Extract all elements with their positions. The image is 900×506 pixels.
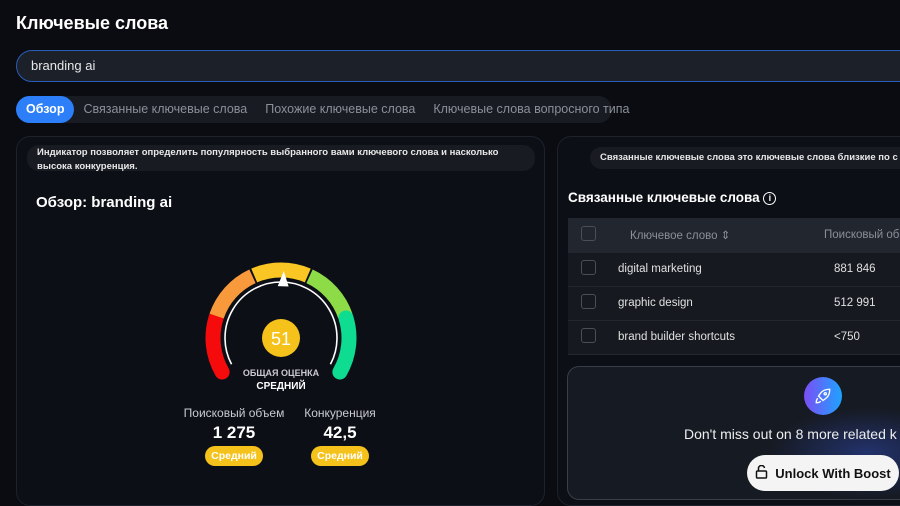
select-all-checkbox[interactable] — [581, 225, 596, 241]
score-level: СРЕДНИЙ — [256, 379, 305, 392]
tab-questions[interactable]: Ключевые слова вопросного типа — [424, 96, 638, 123]
unlock-label: Unlock With Boost — [775, 465, 891, 481]
related-hint: Связанные ключевые слова это ключевые сл… — [590, 147, 900, 169]
gauge-segment — [205, 310, 230, 380]
row-checkbox[interactable] — [581, 328, 596, 343]
table-row: brand builder shortcuts <750 — [568, 320, 900, 355]
tab-bar: Обзор Связанные ключевые слова Похожие к… — [16, 96, 629, 123]
lock-icon — [755, 464, 768, 482]
score-label: ОБЩАЯ ОЦЕНКА — [243, 368, 320, 378]
gauge-segment — [332, 310, 357, 380]
sort-icon[interactable]: ⇕ — [721, 230, 731, 242]
tab-related[interactable]: Связанные ключевые слова — [74, 96, 256, 123]
volume-label: Поисковый объем — [183, 406, 285, 420]
volume-cell: 512 991 — [824, 286, 900, 321]
score-value: 51 — [271, 329, 291, 349]
gauge-segment — [306, 269, 353, 319]
keyword-cell: graphic design — [618, 286, 824, 321]
score-gauge: 51 ОБЩАЯ ОЦЕНКА СРЕДНИЙ — [205, 262, 357, 392]
promo-text: Don't miss out on 8 more related k — [684, 426, 897, 442]
overview-hint: Индикатор позволяет определить популярно… — [27, 145, 535, 172]
rocket-icon — [804, 377, 842, 415]
competition-value: 42,5 — [323, 423, 357, 442]
table-row: graphic design 512 991 — [568, 286, 900, 321]
page-title: Ключевые слова — [16, 13, 169, 33]
related-title: Связанные ключевые слова i — [568, 190, 777, 205]
search-input[interactable]: branding ai — [16, 50, 900, 82]
volume-badge: Средний — [205, 446, 263, 466]
gauge-segment — [251, 262, 311, 283]
overview-title: Обзор: branding ai — [36, 194, 173, 211]
gauge-segment — [209, 269, 256, 319]
volume-value: 1 275 — [212, 423, 256, 442]
volume-cell: 881 846 — [824, 252, 900, 287]
keyword-cell: brand builder shortcuts — [618, 320, 824, 355]
column-volume[interactable]: Поисковый об — [824, 218, 900, 253]
info-icon[interactable]: i — [763, 191, 777, 205]
unlock-boost-button[interactable]: Unlock With Boost — [747, 455, 899, 491]
table-row: digital marketing 881 846 — [568, 252, 900, 287]
volume-cell: <750 — [824, 320, 900, 355]
row-checkbox[interactable] — [581, 294, 596, 309]
tab-similar[interactable]: Похожие ключевые слова — [256, 96, 424, 123]
row-checkbox[interactable] — [581, 260, 596, 275]
tab-overview[interactable]: Обзор — [16, 96, 75, 123]
column-keyword[interactable]: Ключевое слово ⇕ — [618, 218, 824, 253]
boost-promo: Don't miss out on 8 more related k Unloc… — [567, 366, 900, 500]
competition-label: Конкуренция — [304, 406, 376, 420]
column-keyword-label: Ключевое слово — [630, 229, 718, 242]
competition-badge: Средний — [311, 446, 369, 466]
related-table: Ключевое слово ⇕ Поисковый об digital mar… — [568, 218, 900, 355]
keyword-cell: digital marketing — [618, 252, 824, 287]
related-title-text: Связанные ключевые слова — [568, 190, 760, 205]
